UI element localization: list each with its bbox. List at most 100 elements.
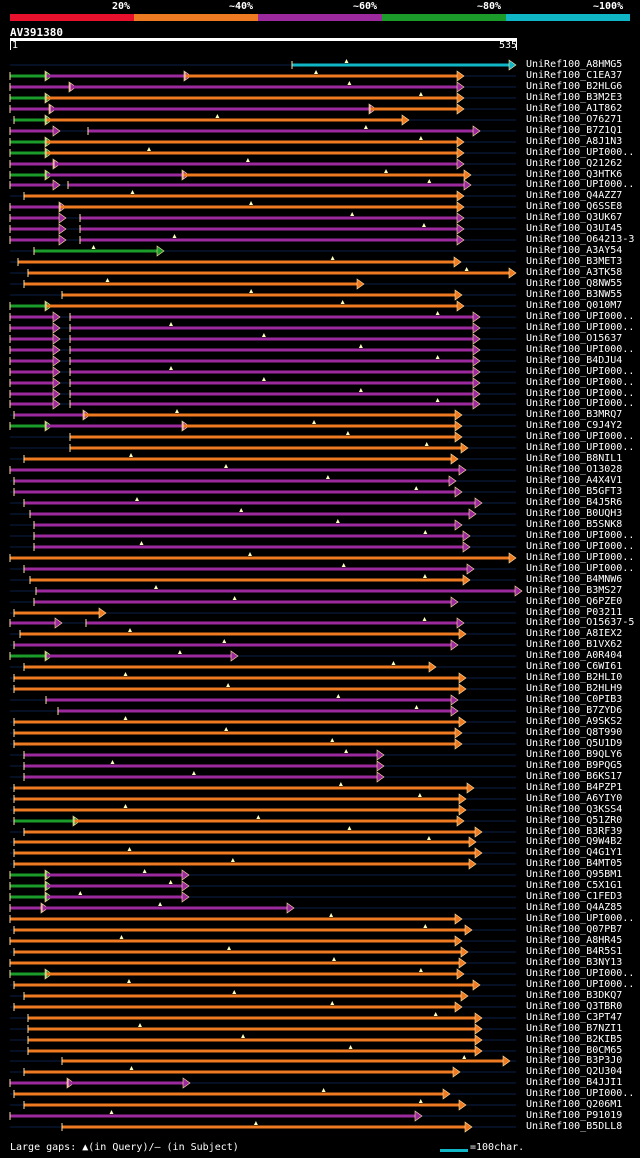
hit-label[interactable]: UniRef100_B2KIB5 <box>526 1034 622 1045</box>
hit-label[interactable]: UniRef100_B2HLI0 <box>526 672 622 683</box>
hit-label[interactable]: UniRef100_Q3KSS4 <box>526 804 622 815</box>
hit-label[interactable]: UniRef100_UPI000.. <box>526 431 634 442</box>
hit-label[interactable]: UniRef100_A1T862 <box>526 103 622 114</box>
hit-label[interactable]: UniRef100_C9J4Y2 <box>526 420 622 431</box>
hit-label[interactable]: UniRef100_O15637-5 <box>526 617 634 628</box>
hit-label[interactable]: UniRef100_A8HMG5 <box>526 59 622 70</box>
hit-label[interactable]: UniRef100_A8HR45 <box>526 935 622 946</box>
hit-label[interactable]: UniRef100_C1EA37 <box>526 70 622 81</box>
hit-label[interactable]: UniRef100_B9QLY6 <box>526 749 622 760</box>
hit-label[interactable]: UniRef100_B5GFT3 <box>526 486 622 497</box>
hit-label[interactable]: UniRef100_A3AY54 <box>526 245 622 256</box>
hit-label[interactable]: UniRef100_B2HLG6 <box>526 81 622 92</box>
hit-label[interactable]: UniRef100_Q95BM1 <box>526 869 622 880</box>
hit-label[interactable]: UniRef100_Q6PZE0 <box>526 596 622 607</box>
hit-label[interactable]: UniRef100_UPI000.. <box>526 563 634 574</box>
hit-label[interactable]: UniRef100_Q4AZZ7 <box>526 190 622 201</box>
hit-label[interactable]: UniRef100_Q07PB7 <box>526 924 622 935</box>
hit-label[interactable]: UniRef100_UPI000.. <box>526 322 634 333</box>
hit-label[interactable]: UniRef100_Q4AZ85 <box>526 902 622 913</box>
hit-label[interactable]: UniRef100_A4X4V1 <box>526 475 622 486</box>
hit-label[interactable]: UniRef100_UPI000.. <box>526 366 634 377</box>
hit-label[interactable]: UniRef100_UPI000.. <box>526 179 634 190</box>
hit-label[interactable]: UniRef100_O76271 <box>526 114 622 125</box>
hit-label[interactable]: UniRef100_Q8NW55 <box>526 278 622 289</box>
hit-label[interactable]: UniRef100_Q4G1Y1 <box>526 847 622 858</box>
hit-label[interactable]: UniRef100_B3P3J0 <box>526 1055 622 1066</box>
hit-label[interactable]: UniRef100_C1FED3 <box>526 891 622 902</box>
hit-label[interactable]: UniRef100_Q206M1 <box>526 1099 622 1110</box>
hit-label[interactable]: UniRef100_B7ZYD6 <box>526 705 622 716</box>
hit-label[interactable]: UniRef100_Q5U1D9 <box>526 738 622 749</box>
hit-label[interactable]: UniRef100_Q6SSE8 <box>526 201 622 212</box>
hit-label[interactable]: UniRef100_B0UQH3 <box>526 508 622 519</box>
hit-end-arrow <box>453 256 462 268</box>
hit-end-arrow <box>472 388 481 400</box>
hit-label[interactable]: UniRef100_B2HLH9 <box>526 683 622 694</box>
hit-label[interactable]: UniRef100_B4DJU4 <box>526 355 622 366</box>
hit-label[interactable]: UniRef100_B5DLL8 <box>526 1121 622 1132</box>
hit-label[interactable]: UniRef100_B4PZP1 <box>526 782 622 793</box>
hit-label[interactable]: UniRef100_UPI000.. <box>526 541 634 552</box>
hit-label[interactable]: UniRef100_B3MRQ7 <box>526 409 622 420</box>
hit-label[interactable]: UniRef100_Q21262 <box>526 158 622 169</box>
hit-label[interactable]: UniRef100_A0R404 <box>526 650 622 661</box>
hit-label[interactable]: UniRef100_Q9W4B2 <box>526 836 622 847</box>
hit-end-arrow <box>474 826 483 838</box>
hit-label[interactable]: UniRef100_B7Z1Q1 <box>526 125 622 136</box>
hit-label[interactable]: UniRef100_UPI000.. <box>526 442 634 453</box>
hit-end-arrow <box>456 234 465 246</box>
hit-label[interactable]: UniRef100_UPI000.. <box>526 552 634 563</box>
hit-label[interactable]: UniRef100_P91019 <box>526 1110 622 1121</box>
hit-label[interactable]: UniRef100_C5X1G1 <box>526 880 622 891</box>
hit-label[interactable]: UniRef100_B4R5S1 <box>526 946 622 957</box>
hit-label[interactable]: UniRef100_UPI000.. <box>526 1088 634 1099</box>
hit-label[interactable]: UniRef100_B4MNW6 <box>526 574 622 585</box>
hit-label[interactable]: UniRef100_B6KS17 <box>526 771 622 782</box>
hit-label[interactable]: UniRef100_B1VX62 <box>526 639 622 650</box>
hit-label[interactable]: UniRef100_B4J5R6 <box>526 497 622 508</box>
hit-end-arrow <box>472 344 481 356</box>
hit-label[interactable]: UniRef100_UPI000.. <box>526 913 634 924</box>
hit-label[interactable]: UniRef100_Q3UI45 <box>526 223 622 234</box>
hit-label[interactable]: UniRef100_UPI000.. <box>526 344 634 355</box>
hit-label[interactable]: UniRef100_A9SKS2 <box>526 716 622 727</box>
hit-label[interactable]: UniRef100_B5SNK8 <box>526 519 622 530</box>
hit-end-arrow <box>460 990 469 1002</box>
hit-label[interactable]: UniRef100_Q3TBR0 <box>526 1001 622 1012</box>
hit-label[interactable]: UniRef100_Q3UK67 <box>526 212 622 223</box>
hit-label[interactable]: UniRef100_Q51ZR0 <box>526 815 622 826</box>
hit-label[interactable]: UniRef100_A6YIY0 <box>526 793 622 804</box>
hit-label[interactable]: UniRef100_B3DKQ7 <box>526 990 622 1001</box>
hit-label[interactable]: UniRef100_B8NIL1 <box>526 453 622 464</box>
hit-label[interactable]: UniRef100_O15637 <box>526 333 622 344</box>
hit-label[interactable]: UniRef100_B3MET3 <box>526 256 622 267</box>
hit-label[interactable]: UniRef100_A8J1N3 <box>526 136 622 147</box>
hit-label[interactable]: UniRef100_UPI000.. <box>526 311 634 322</box>
hit-label[interactable]: UniRef100_A8IEX2 <box>526 628 622 639</box>
hit-label[interactable]: UniRef100_UPI000.. <box>526 147 634 158</box>
hit-label[interactable]: UniRef100_C6WI61 <box>526 661 622 672</box>
hit-label[interactable]: UniRef100_UPI000.. <box>526 398 634 409</box>
hit-label[interactable]: UniRef100_A3TK58 <box>526 267 622 278</box>
hit-label[interactable]: UniRef100_B4MT05 <box>526 858 622 869</box>
hit-label[interactable]: UniRef100_UPI000.. <box>526 979 634 990</box>
hit-label[interactable]: UniRef100_Q010M7 <box>526 300 622 311</box>
hit-label[interactable]: UniRef100_O13028 <box>526 464 622 475</box>
gap-marker <box>127 847 132 851</box>
hit-label[interactable]: UniRef100_O64213-3 <box>526 234 634 245</box>
hit-label[interactable]: UniRef100_Q8T990 <box>526 727 622 738</box>
hit-label[interactable]: UniRef100_UPI000.. <box>526 377 634 388</box>
hit-label[interactable]: UniRef100_B7NZI1 <box>526 1023 622 1034</box>
hit-label[interactable]: UniRef100_B3M2E3 <box>526 92 622 103</box>
hit-label[interactable]: UniRef100_B9PQG5 <box>526 760 622 771</box>
hit-label[interactable]: UniRef100_B3NY13 <box>526 957 622 968</box>
hit-label[interactable]: UniRef100_UPI000.. <box>526 530 634 541</box>
hit-label[interactable]: UniRef100_B4JJI1 <box>526 1077 622 1088</box>
hit-label[interactable]: UniRef100_UPI000.. <box>526 968 634 979</box>
hit-label[interactable]: UniRef100_Q2U304 <box>526 1066 622 1077</box>
hit-label[interactable]: UniRef100_B3NW55 <box>526 289 622 300</box>
hit-label[interactable]: UniRef100_B3MS27 <box>526 585 622 596</box>
hit-label[interactable]: UniRef100_C0PIB3 <box>526 694 622 705</box>
hit-label[interactable]: UniRef100_C3PT47 <box>526 1012 622 1023</box>
